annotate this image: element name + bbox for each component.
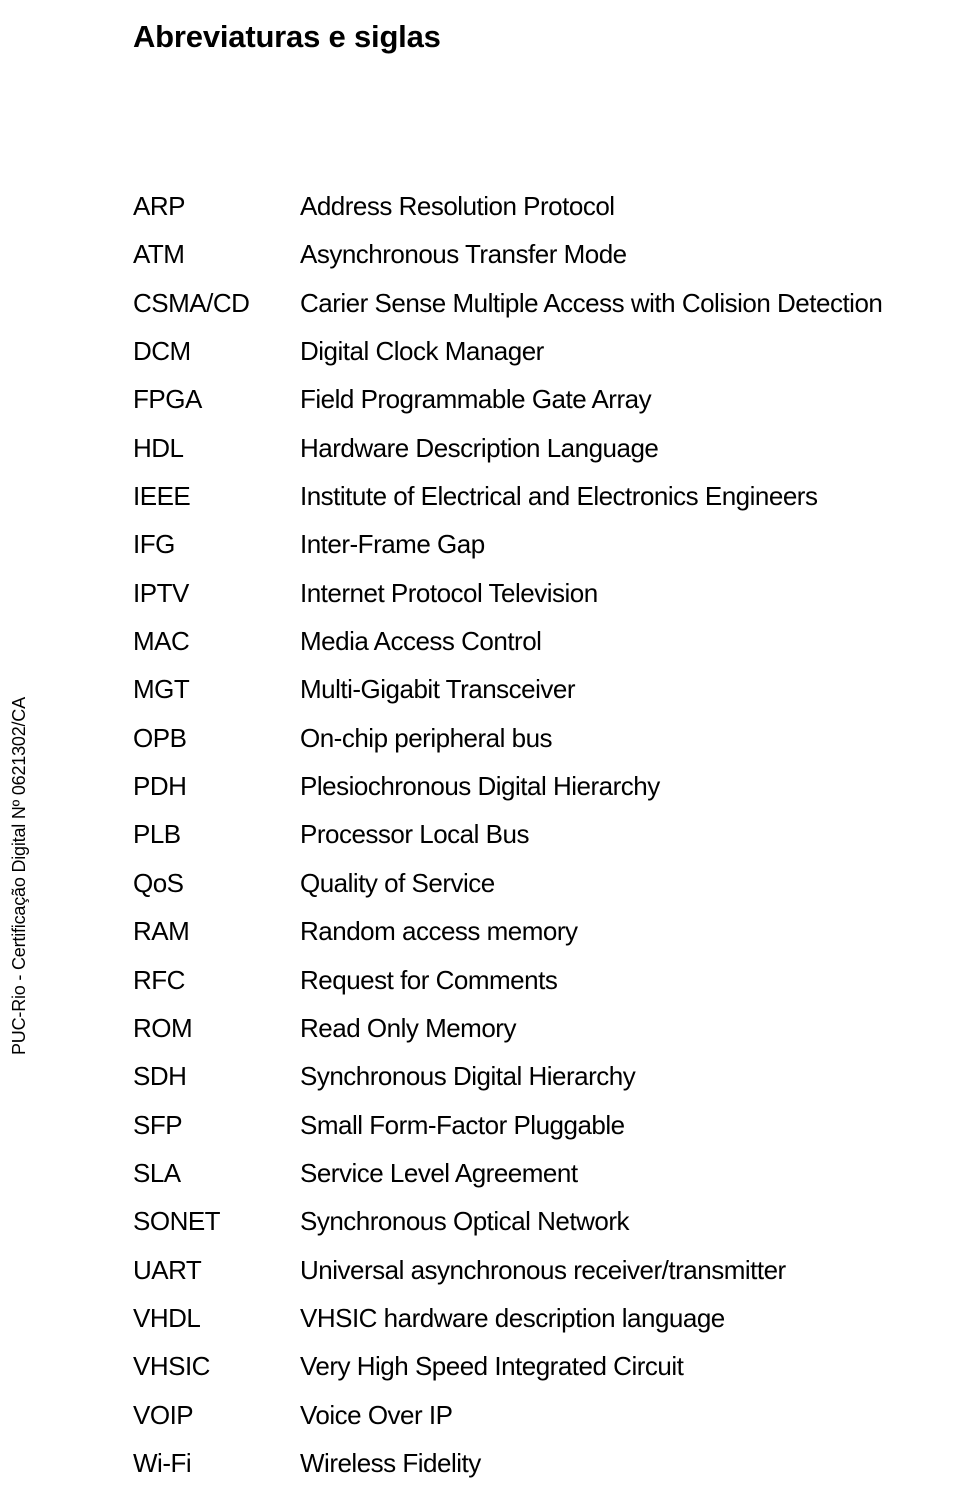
abbreviation-term: UART <box>133 1254 202 1285</box>
abbreviation-row: VOIP Voice Over IP <box>0 1398 960 1446</box>
abbreviation-row: DCM Digital Clock Manager <box>0 334 960 382</box>
abbreviation-definition: Random access memory <box>300 916 578 947</box>
abbreviation-term: PLB <box>133 819 181 850</box>
page-title: Abreviaturas e siglas <box>133 18 441 54</box>
abbreviation-row: ROM Read Only Memory <box>0 1011 960 1059</box>
abbreviation-term: MGT <box>133 674 190 705</box>
abbreviation-row: IPTV Internet Protocol Television <box>0 576 960 624</box>
abbreviation-definition: Internet Protocol Television <box>300 577 598 608</box>
abbreviation-term: HDL <box>133 432 184 463</box>
abbreviation-definition: Digital Clock Manager <box>300 336 544 367</box>
abbreviation-term: VHDL <box>133 1302 201 1333</box>
abbreviation-list: ARP Address Resolution Protocol ATM Asynch… <box>0 189 960 1494</box>
abbreviation-term: SDH <box>133 1061 187 1092</box>
abbreviation-definition: Request for Comments <box>300 964 558 995</box>
abbreviation-row: MGT Multi-Gigabit Transceiver <box>0 672 960 720</box>
abbreviation-row: ARP Address Resolution Protocol <box>0 189 960 237</box>
abbreviation-row: SLA Service Level Agreement <box>0 1156 960 1204</box>
abbreviation-definition: Inter-Frame Gap <box>300 529 485 560</box>
abbreviation-row: FPGA Field Programmable Gate Array <box>0 382 960 430</box>
abbreviation-row: IFG Inter-Frame Gap <box>0 527 960 575</box>
abbreviation-row: PLB Processor Local Bus <box>0 817 960 865</box>
abbreviation-definition: Multi-Gigabit Transceiver <box>300 674 576 705</box>
abbreviation-definition: Field Programmable Gate Array <box>300 384 652 415</box>
abbreviation-term: VOIP <box>133 1399 194 1430</box>
abbreviation-term: IFG <box>133 529 175 560</box>
abbreviation-term: FPGA <box>133 384 202 415</box>
abbreviation-term: IEEE <box>133 481 191 512</box>
abbreviation-term: ROM <box>133 1012 193 1043</box>
abbreviation-term: PDH <box>133 771 187 802</box>
abbreviation-definition: Synchronous Digital Hierarchy <box>300 1061 636 1092</box>
abbreviation-definition: Very High Speed Integrated Circuit <box>300 1351 684 1382</box>
abbreviation-term: RAM <box>133 916 190 947</box>
abbreviation-term: Wi-Fi <box>133 1447 192 1478</box>
abbreviation-definition: Service Level Agreement <box>300 1157 578 1188</box>
abbreviation-definition: Hardware Description Language <box>300 432 659 463</box>
abbreviation-definition: Wireless Fidelity <box>300 1447 481 1478</box>
abbreviation-term: ARP <box>133 191 185 221</box>
abbreviation-definition: On-chip peripheral bus <box>300 722 553 753</box>
abbreviation-row: UART Universal asynchronous receiver/tran… <box>0 1253 960 1301</box>
abbreviation-term: SONET <box>133 1206 221 1237</box>
abbreviation-definition: Asynchronous Transfer Mode <box>300 239 627 270</box>
abbreviation-row: SFP Small Form-Factor Pluggable <box>0 1108 960 1156</box>
abbreviation-term: RFC <box>133 964 185 995</box>
abbreviation-row: OPB On-chip peripheral bus <box>0 721 960 769</box>
abbreviation-definition: Voice Over IP <box>300 1399 453 1430</box>
abbreviation-term: ATM <box>133 239 185 270</box>
abbreviation-definition: Small Form-Factor Pluggable <box>300 1109 625 1140</box>
abbreviation-term: IPTV <box>133 577 189 608</box>
abbreviation-row: VHSIC Very High Speed Integrated Circuit <box>0 1349 960 1397</box>
abbreviation-definition: Plesiochronous Digital Hierarchy <box>300 771 660 802</box>
abbreviation-term: DCM <box>133 336 191 367</box>
abbreviation-row: RFC Request for Comments <box>0 963 960 1011</box>
abbreviation-row: Wi-Fi Wireless Fidelity <box>0 1446 960 1494</box>
abbreviation-term: MAC <box>133 626 190 657</box>
abbreviation-definition: Read Only Memory <box>300 1012 516 1043</box>
abbreviation-row: RAM Random access memory <box>0 914 960 962</box>
abbreviation-term: VHSIC <box>133 1351 210 1382</box>
abbreviation-definition: Media Access Control <box>300 626 542 657</box>
abbreviation-term: QoS <box>133 867 184 898</box>
abbreviation-row: VHDL VHSIC hardware description language <box>0 1301 960 1349</box>
abbreviation-row: SDH Synchronous Digital Hierarchy <box>0 1059 960 1107</box>
abbreviation-row: MAC Media Access Control <box>0 624 960 672</box>
abbreviation-definition: Processor Local Bus <box>300 819 529 850</box>
abbreviation-definition: Universal asynchronous receiver/transmit… <box>300 1254 786 1285</box>
abbreviation-row: PDH Plesiochronous Digital Hierarchy <box>0 769 960 817</box>
abbreviation-definition: Synchronous Optical Network <box>300 1206 629 1237</box>
abbreviation-row: HDL Hardware Description Language <box>0 431 960 479</box>
abbreviation-row: IEEE Institute of Electrical and Electron… <box>0 479 960 527</box>
abbreviation-term: SLA <box>133 1157 181 1188</box>
abbreviation-row: QoS Quality of Service <box>0 866 960 914</box>
abbreviation-row: ATM Asynchronous Transfer Mode <box>0 237 960 285</box>
abbreviation-definition: Address Resolution Protocol <box>300 191 615 221</box>
abbreviation-definition: VHSIC hardware description language <box>300 1302 725 1333</box>
abbreviation-term: CSMA/CD <box>133 287 250 318</box>
abbreviation-row: CSMA/CD Carier Sense Multiple Access with… <box>0 286 960 334</box>
abbreviation-row: SONET Synchronous Optical Network <box>0 1204 960 1252</box>
abbreviation-term: SFP <box>133 1109 183 1140</box>
abbreviation-term: OPB <box>133 722 187 753</box>
abbreviation-definition: Quality of Service <box>300 867 495 898</box>
abbreviation-definition: Carier Sense Multiple Access with Colisi… <box>300 287 883 318</box>
abbreviation-definition: Institute of Electrical and Electronics … <box>300 481 818 512</box>
